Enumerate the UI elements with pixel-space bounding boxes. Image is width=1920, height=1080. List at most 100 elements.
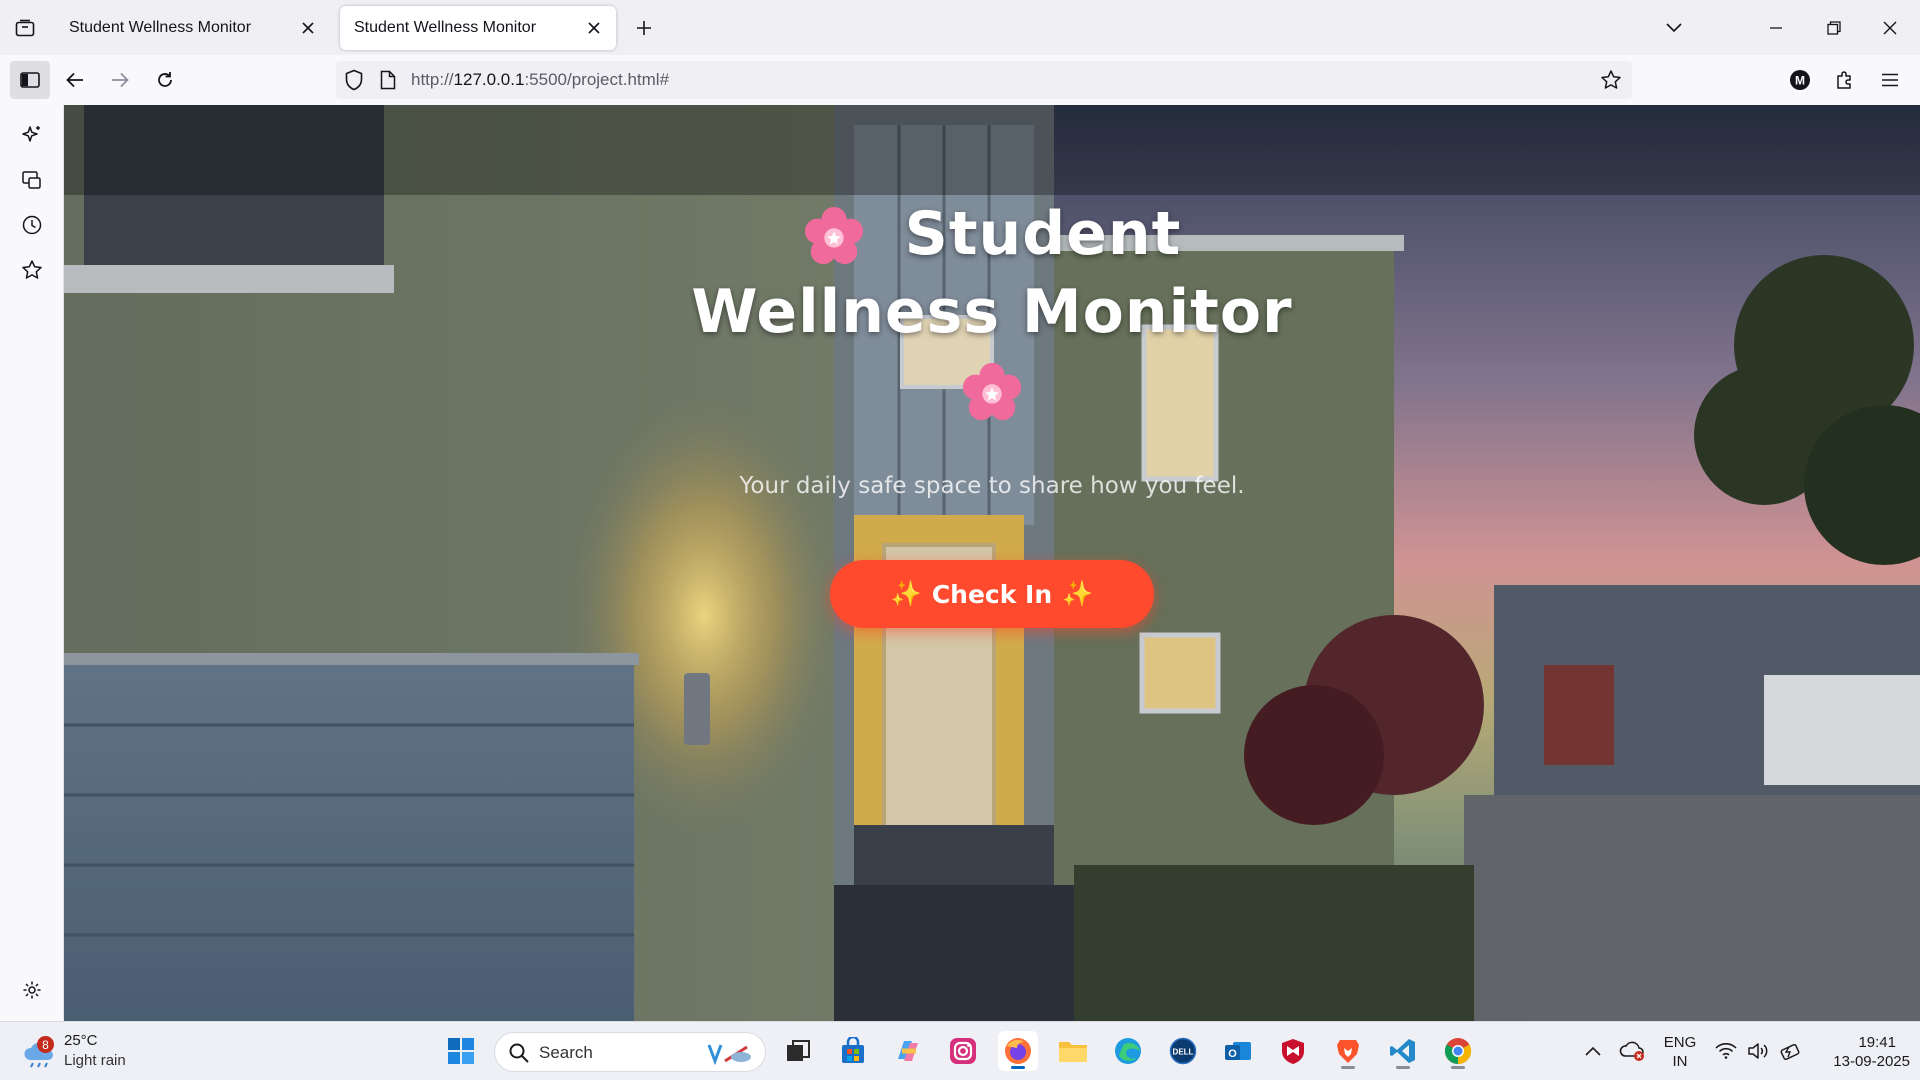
onedrive-status-button[interactable] (1613, 1031, 1653, 1071)
close-icon (302, 22, 314, 34)
close-icon (588, 22, 600, 34)
page-icon[interactable] (380, 70, 396, 95)
shield-icon[interactable] (344, 69, 364, 96)
menu-button[interactable] (1874, 64, 1906, 96)
account-button[interactable]: M (1784, 64, 1816, 96)
active-indicator (1011, 1066, 1025, 1069)
weather-widget[interactable]: 8 25°C Light rain (20, 1030, 180, 1074)
folder-icon (1059, 1042, 1087, 1062)
tab-close-button[interactable] (584, 18, 604, 38)
show-hidden-icons-button[interactable] (1573, 1031, 1613, 1071)
battery-charging-icon (1780, 1043, 1800, 1060)
task-view-icon (787, 1040, 810, 1061)
clock-date: 13-09-2025 (1833, 1053, 1910, 1070)
language-code: ENG (1663, 1034, 1697, 1051)
arrow-left-icon (66, 72, 83, 88)
vscode-button[interactable] (1383, 1031, 1423, 1071)
wifi-icon (1715, 1043, 1737, 1059)
edge-button[interactable] (1108, 1031, 1148, 1071)
address-bar[interactable]: http://127.0.0.1:5500/project.html# (336, 61, 1632, 99)
firefox-button[interactable] (998, 1031, 1038, 1071)
cherry-blossom-icon (962, 363, 1022, 421)
url-text[interactable]: http://127.0.0.1:5500/project.html# (411, 70, 669, 90)
speaker-icon (1748, 1043, 1768, 1059)
bookmark-star-button[interactable] (1600, 69, 1622, 96)
minimize-icon (1770, 27, 1782, 29)
tab-strip: Student Wellness Monitor Student Wellnes… (0, 0, 1920, 55)
tab-student-wellness-active[interactable]: Student Wellness Monitor (340, 6, 616, 50)
puzzle-icon (1837, 71, 1851, 89)
vscode-icon (1390, 1039, 1415, 1063)
page-title: Student Wellness Monitor (64, 195, 1920, 431)
tab-title: Student Wellness Monitor (354, 19, 537, 36)
active-indicator (1341, 1066, 1355, 1069)
reload-button[interactable] (149, 64, 181, 96)
url-rest: :5500/project.html# (524, 70, 670, 89)
tab-title: Student Wellness Monitor (69, 19, 252, 36)
sidebar-icon (20, 72, 40, 88)
restore-button[interactable] (1818, 12, 1850, 44)
synced-tabs-button[interactable] (16, 164, 48, 196)
title-line-1: Student (904, 199, 1182, 269)
taskbar-search[interactable]: Search (494, 1032, 766, 1072)
history-button[interactable] (16, 209, 48, 241)
synced-tabs-icon (22, 171, 41, 189)
outlook-button[interactable]: O (1218, 1031, 1258, 1071)
chevron-down-icon (1666, 23, 1682, 33)
new-tab-button[interactable] (630, 14, 658, 42)
url-prefix: http:// (411, 70, 454, 89)
ai-chatbot-button[interactable] (16, 119, 48, 151)
forward-button[interactable] (104, 64, 136, 96)
svg-text:M: M (1795, 74, 1805, 88)
task-view-button[interactable] (778, 1031, 818, 1071)
arrow-right-icon (112, 72, 129, 88)
firefox-icon (1005, 1038, 1031, 1064)
mcafee-button[interactable] (1273, 1031, 1313, 1071)
store-icon (842, 1037, 864, 1063)
search-highlight-icon (707, 1044, 751, 1066)
file-explorer-button[interactable] (1053, 1031, 1093, 1071)
tab-close-button[interactable] (298, 18, 318, 38)
active-indicator (1451, 1066, 1465, 1069)
sparkles-icon: ✨ (890, 579, 922, 608)
brave-icon (1337, 1040, 1359, 1063)
start-button[interactable] (441, 1031, 481, 1071)
bookmarks-button[interactable] (16, 254, 48, 286)
brave-button[interactable] (1328, 1031, 1368, 1071)
tab-student-wellness-inactive[interactable]: Student Wellness Monitor (55, 6, 330, 50)
check-in-button[interactable]: ✨ Check In ✨ (830, 560, 1154, 628)
edge-icon (1115, 1038, 1141, 1064)
star-icon (22, 260, 42, 279)
hamburger-icon (1882, 73, 1898, 87)
instagram-button[interactable] (943, 1031, 983, 1071)
sidebar-settings-button[interactable] (16, 974, 48, 1006)
check-in-label: Check In (931, 579, 1053, 609)
title-line-2: Wellness Monitor (691, 277, 1293, 347)
clock-widget[interactable]: 19:41 13-09-2025 (1812, 1033, 1910, 1071)
chrome-button[interactable] (1438, 1031, 1478, 1071)
microsoft-store-button[interactable] (833, 1031, 873, 1071)
sparkles-icon: ✨ (1062, 579, 1094, 608)
clock-time: 19:41 (1858, 1034, 1896, 1051)
copilot-button[interactable] (888, 1031, 928, 1071)
list-all-tabs-button[interactable] (1658, 12, 1690, 44)
mcafee-shield-icon (1282, 1039, 1304, 1064)
quick-settings-button[interactable] (1707, 1031, 1817, 1071)
tab-list-button[interactable] (10, 14, 40, 42)
plus-icon (637, 21, 651, 35)
extensions-button[interactable] (1829, 64, 1861, 96)
gear-icon (23, 981, 41, 999)
dell-button[interactable]: DELL (1163, 1031, 1203, 1071)
web-page: Student Wellness Monitor Your daily safe… (64, 105, 1920, 1021)
reload-icon (158, 72, 172, 87)
restore-icon (1827, 21, 1841, 35)
weather-temperature: 25°C (64, 1032, 98, 1049)
close-window-button[interactable] (1874, 12, 1906, 44)
weather-notification-badge: 8 (37, 1036, 54, 1053)
sidebar-toggle-button[interactable] (10, 61, 50, 99)
minimize-button[interactable] (1760, 12, 1792, 44)
back-button[interactable] (59, 64, 91, 96)
svg-text:DELL: DELL (1173, 1048, 1194, 1057)
search-icon (509, 1043, 529, 1063)
language-indicator[interactable]: ENG IN (1660, 1033, 1700, 1071)
